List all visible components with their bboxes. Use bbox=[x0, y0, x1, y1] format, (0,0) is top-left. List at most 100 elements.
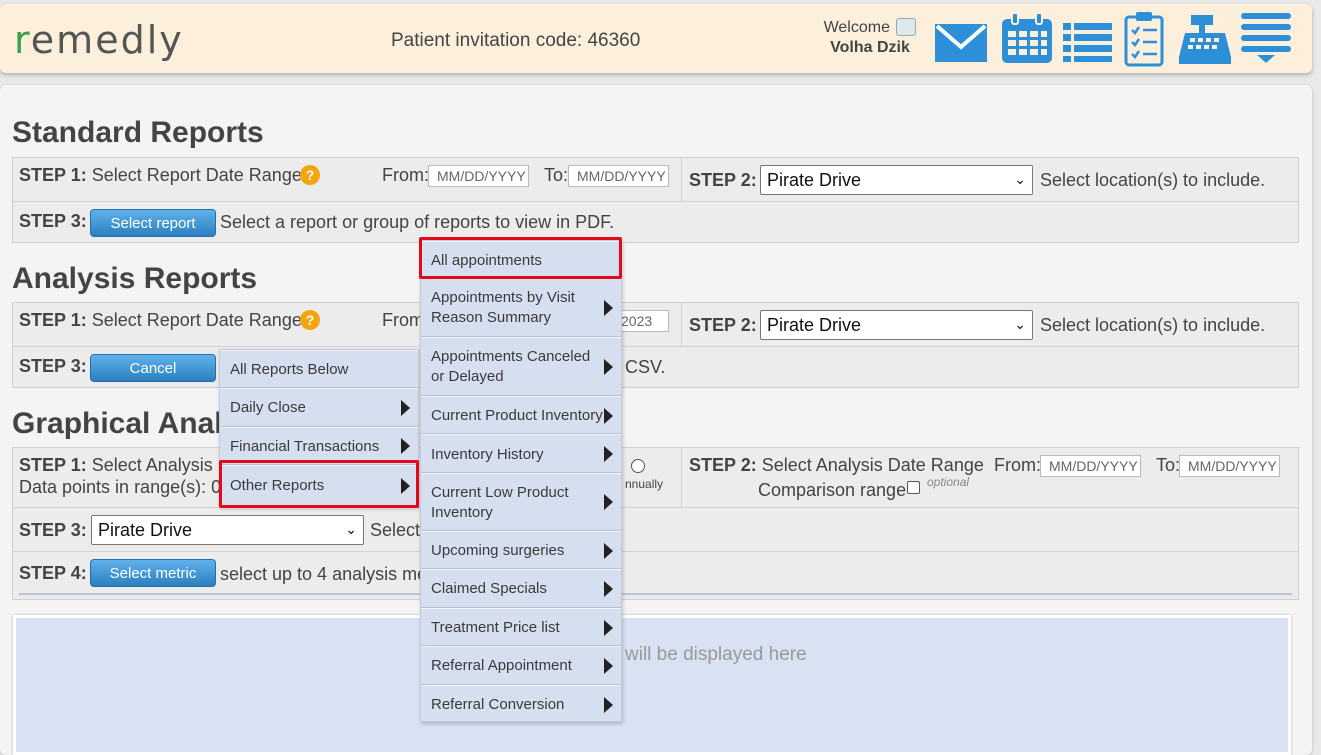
menu-item-label: Daily Close bbox=[230, 399, 306, 416]
welcome-label: Welcome bbox=[823, 19, 890, 36]
step1-text: Select Report Date Range bbox=[91, 165, 302, 185]
menu-item-label: Inventory History bbox=[431, 446, 544, 463]
menu-item-referral-appointment[interactable]: Referral Appointment bbox=[421, 646, 621, 685]
graphical-from-date-input[interactable]: MM/DD/YYYY bbox=[1040, 455, 1141, 477]
highlight-box bbox=[219, 460, 419, 508]
standard-row-3: STEP 3: Select report Select a report or… bbox=[13, 202, 1298, 243]
submenu-arrow-icon bbox=[604, 620, 613, 636]
menu-item-current-low-product-inventory[interactable]: Current Low Product Inventory bbox=[421, 473, 621, 531]
menu-item-label: Current Low Product Inventory bbox=[431, 484, 569, 521]
step1-label: STEP 1: bbox=[19, 310, 87, 330]
cancel-button[interactable]: Cancel bbox=[90, 354, 216, 382]
menu-item-label: Referral Conversion bbox=[431, 696, 565, 713]
from-label: From: bbox=[994, 455, 1041, 475]
help-icon[interactable]: ? bbox=[300, 310, 320, 330]
location-value: Pirate Drive bbox=[767, 170, 862, 190]
step2-cell: STEP 2: Select Analysis Date Range From:… bbox=[681, 448, 1301, 507]
from-label: From bbox=[382, 310, 424, 330]
submenu-arrow-icon bbox=[401, 400, 410, 416]
submenu-arrow-icon bbox=[604, 543, 613, 559]
help-icon[interactable]: ? bbox=[300, 165, 320, 185]
cash-register-icon[interactable] bbox=[1177, 13, 1233, 65]
graphical-row-1: STEP 1: Select Analysis P Data points in… bbox=[13, 448, 1298, 508]
calendar-icon[interactable] bbox=[1000, 13, 1054, 65]
step3-text: Select a report or group of reports to v… bbox=[220, 212, 615, 232]
menu-item-current-product-inventory[interactable]: Current Product Inventory bbox=[421, 396, 621, 434]
menu-item-label: Appointments by Visit Reason Summary bbox=[431, 289, 575, 326]
comparison-checkbox[interactable] bbox=[907, 481, 920, 494]
submenu-arrow-icon bbox=[401, 438, 410, 454]
menu-icon[interactable] bbox=[1241, 13, 1291, 65]
location-value: Pirate Drive bbox=[98, 520, 193, 540]
submenu-arrow-icon bbox=[604, 658, 613, 674]
step3-text: Select bbox=[370, 520, 421, 540]
menu-item-label: Upcoming surgeries bbox=[431, 542, 565, 559]
step3-label: STEP 3: bbox=[19, 211, 87, 231]
to-label: To: bbox=[1156, 455, 1181, 475]
location-hint: Select location(s) to include. bbox=[1040, 315, 1266, 335]
submenu-arrow-icon bbox=[604, 359, 613, 375]
menu-item-label: All Reports Below bbox=[230, 361, 349, 378]
user-name[interactable]: Volha Dzik bbox=[830, 39, 910, 56]
graphical-analysis-title: Graphical Anal bbox=[12, 407, 223, 440]
menu-item-label: Claimed Specials bbox=[431, 580, 547, 597]
from-date-input[interactable]: MM/DD/YYYY bbox=[428, 165, 529, 187]
menu-item-upcoming-surgeries[interactable]: Upcoming surgeries bbox=[421, 531, 621, 569]
step2-text: Select Analysis Date Range bbox=[761, 455, 984, 475]
standard-row-1: STEP 1: Select Report Date Range ? From:… bbox=[13, 158, 1298, 202]
menu-item-all-reports-below[interactable]: All Reports Below bbox=[220, 350, 418, 388]
step2-label: STEP 2: bbox=[689, 170, 757, 190]
datapoints-text: Data points in range(s): 0 bbox=[19, 477, 222, 497]
menu-item-inventory-history[interactable]: Inventory History bbox=[421, 434, 621, 473]
optional-label: optional bbox=[927, 475, 970, 489]
submenu-arrow-icon bbox=[604, 300, 613, 316]
submenu-arrow-icon bbox=[604, 697, 613, 713]
step1-label: STEP 1: bbox=[19, 165, 87, 185]
step1-label: STEP 1: bbox=[19, 455, 87, 475]
menu-item-referral-conversion[interactable]: Referral Conversion bbox=[421, 685, 621, 722]
step4-label: STEP 4: bbox=[19, 563, 87, 583]
analysis-row-1: STEP 1: Select Report Date Range ? From … bbox=[13, 303, 1298, 347]
graphical-to-date-input[interactable]: MM/DD/YYYY bbox=[1179, 455, 1280, 477]
menu-item-appointments-canceled[interactable]: Appointments Canceled or Delayed bbox=[421, 337, 621, 396]
remedly-logo[interactable]: remedly bbox=[14, 18, 184, 62]
select-metric-button[interactable]: Select metric bbox=[90, 559, 216, 587]
divider bbox=[19, 593, 1292, 595]
chevron-down-icon: ⌄ bbox=[1014, 316, 1026, 332]
step2-cell: STEP 2: Pirate Drive ⌄ Select location(s)… bbox=[681, 303, 1301, 346]
step2-label: STEP 2: bbox=[689, 455, 757, 475]
standard-reports-table: STEP 1: Select Report Date Range ? From:… bbox=[12, 157, 1299, 243]
other-reports-submenu: All appointments Appointments by Visit R… bbox=[420, 240, 622, 722]
checklist-icon[interactable] bbox=[1124, 11, 1164, 67]
graphical-row-4: STEP 4: Select metric select up to 4 ana… bbox=[13, 552, 1298, 600]
from-label: From: bbox=[382, 165, 429, 185]
location-select[interactable]: Pirate Drive ⌄ bbox=[760, 165, 1033, 195]
graphical-location-select[interactable]: Pirate Drive ⌄ bbox=[91, 515, 364, 545]
to-label: To: bbox=[544, 165, 569, 185]
list-icon[interactable] bbox=[1063, 21, 1113, 63]
welcome-block: Welcome Volha Dzik bbox=[815, 18, 925, 58]
submenu-arrow-icon bbox=[604, 494, 613, 510]
step3-label: STEP 3: bbox=[19, 356, 87, 376]
annually-radio[interactable] bbox=[631, 459, 645, 473]
menu-item-label: Referral Appointment bbox=[431, 657, 572, 674]
menu-item-appointments-by-visit-reason[interactable]: Appointments by Visit Reason Summary bbox=[421, 278, 621, 337]
highlight-box bbox=[419, 237, 622, 279]
analysis-reports-title: Analysis Reports bbox=[12, 262, 258, 295]
menu-item-daily-close[interactable]: Daily Close bbox=[220, 388, 418, 427]
step2-label: STEP 2: bbox=[689, 315, 757, 335]
menu-item-treatment-price-list[interactable]: Treatment Price list bbox=[421, 608, 621, 646]
to-date-input[interactable]: MM/DD/YYYY bbox=[568, 165, 669, 187]
location-select[interactable]: Pirate Drive ⌄ bbox=[760, 310, 1033, 340]
mail-icon[interactable] bbox=[934, 17, 988, 63]
select-report-button[interactable]: Select report bbox=[90, 209, 216, 237]
chart-display-area: will be displayed here bbox=[13, 615, 1291, 755]
standard-reports-title: Standard Reports bbox=[12, 116, 264, 149]
location-hint: Select location(s) to include. bbox=[1040, 170, 1266, 190]
graphical-analysis-table: STEP 1: Select Analysis P Data points in… bbox=[12, 447, 1299, 600]
annually-label: nnually bbox=[625, 477, 664, 491]
step3-label: STEP 3: bbox=[19, 520, 87, 540]
menu-item-claimed-specials[interactable]: Claimed Specials bbox=[421, 569, 621, 608]
invitation-code: Patient invitation code: 46360 bbox=[391, 30, 641, 51]
analysis-row-3: STEP 3: Cancel CSV. bbox=[13, 347, 1298, 388]
